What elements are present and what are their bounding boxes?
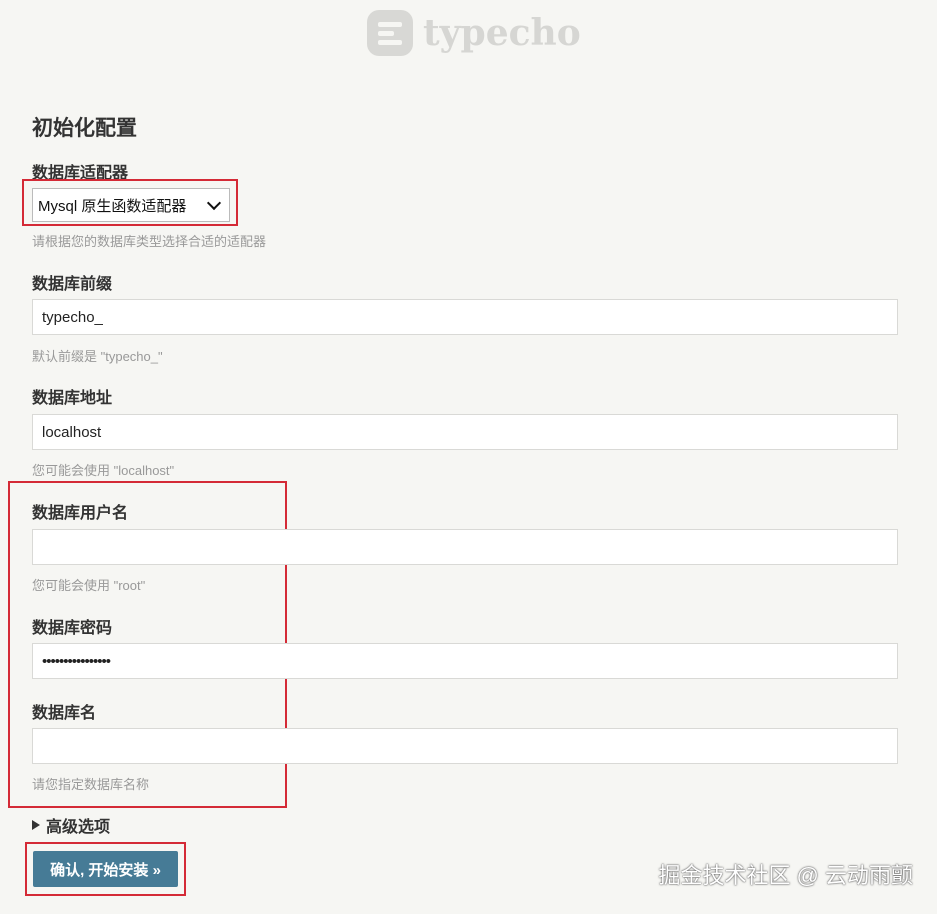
typecho-logo: typecho xyxy=(367,8,581,58)
highlight-box-adapter xyxy=(22,179,238,226)
typecho-logo-icon xyxy=(367,10,413,56)
advanced-options-toggle[interactable]: 高级选项 xyxy=(32,813,110,837)
username-hint: 您可能会使用 "root" xyxy=(32,578,146,593)
host-label: 数据库地址 xyxy=(32,390,113,407)
dbname-input[interactable] xyxy=(32,728,898,764)
username-input[interactable] xyxy=(32,529,898,565)
brand-name: typecho xyxy=(423,12,581,54)
prefix-input[interactable]: typecho_ xyxy=(32,299,898,335)
adapter-hint: 请根据您的数据库类型选择合适的适配器 xyxy=(32,234,267,249)
page-title: 初始化配置 xyxy=(32,117,137,140)
prefix-hint: 默认前缀是 "typecho_" xyxy=(32,349,163,364)
username-label: 数据库用户名 xyxy=(32,505,129,522)
password-label: 数据库密码 xyxy=(32,620,113,637)
dbname-hint: 请您指定数据库名称 xyxy=(32,777,150,792)
advanced-options-label: 高级选项 xyxy=(46,819,111,836)
install-submit-button[interactable]: 确认, 开始安装 » xyxy=(33,851,178,887)
host-hint: 您可能会使用 "localhost" xyxy=(32,463,175,478)
watermark: 掘金技术社区 @ 云动雨颤 xyxy=(658,863,913,888)
prefix-label: 数据库前缀 xyxy=(32,276,113,293)
password-input[interactable]: •••••••••••••••• xyxy=(32,643,898,679)
caret-right-icon xyxy=(32,820,40,830)
host-input[interactable]: localhost xyxy=(32,414,898,450)
dbname-label: 数据库名 xyxy=(32,705,97,722)
